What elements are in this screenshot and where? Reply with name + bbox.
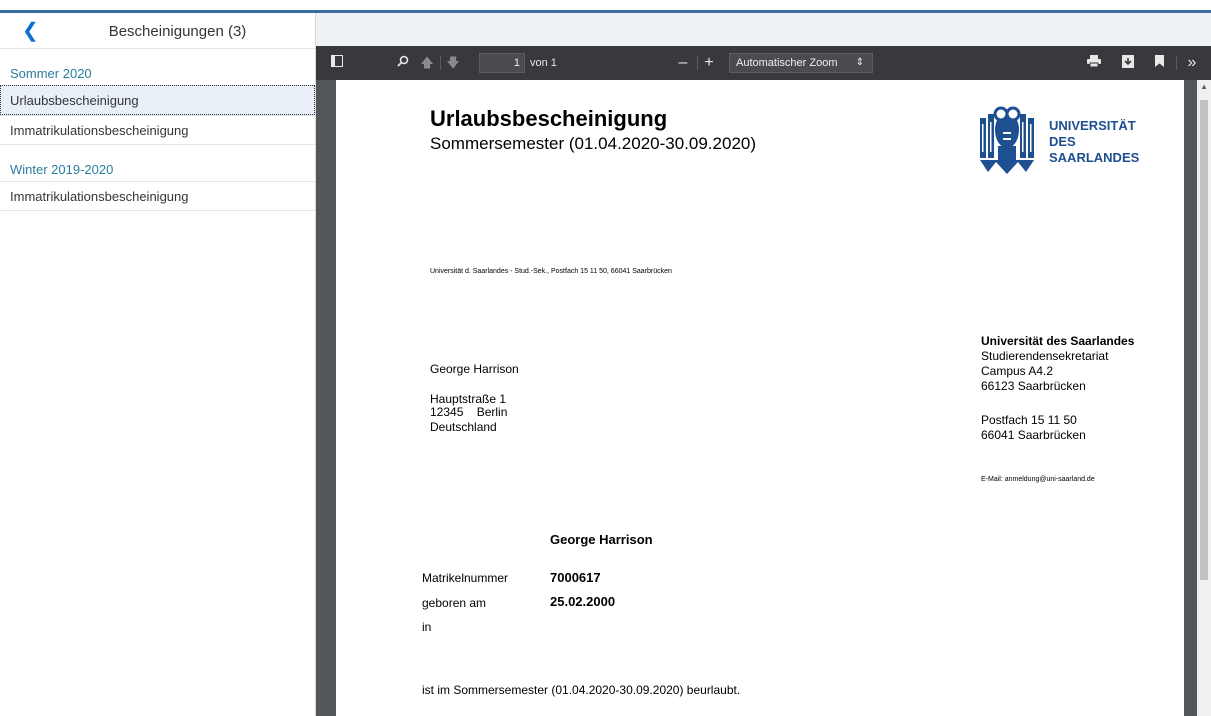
panel-header: ❮ Bescheinigungen (3) bbox=[0, 13, 315, 49]
search-icon[interactable] bbox=[396, 55, 410, 71]
zoom-select[interactable]: Automatischer Zoom ⇕ bbox=[729, 53, 873, 73]
logo-line-2: DES bbox=[1049, 134, 1076, 149]
sender-line: Universität d. Saarlandes - Stud.-Sek., … bbox=[430, 268, 672, 275]
pdf-toolbar: 🡅 🡇 1 von 1 – + Automatischer Zoom ⇕ » bbox=[316, 46, 1211, 80]
office-email: E-Mail: anmeldung@uni-saarland.de bbox=[981, 476, 1095, 483]
group-title-winter-2019-2020: Winter 2019-2020 bbox=[10, 162, 114, 177]
next-page-icon[interactable]: 🡇 bbox=[446, 55, 460, 71]
detail-header bbox=[316, 13, 1211, 46]
matrikel-label: Matrikelnummer bbox=[422, 571, 509, 585]
vertical-scrollbar[interactable] bbox=[1197, 80, 1211, 716]
scroll-up-icon[interactable]: ▲ bbox=[1200, 82, 1208, 91]
office-name: Universität des Saarlandes bbox=[981, 334, 1135, 348]
pdf-viewer: 🡅 🡇 1 von 1 – + Automatischer Zoom ⇕ » U… bbox=[316, 46, 1211, 716]
university-logo-icon bbox=[976, 102, 1038, 181]
office-dept: Studierendensekretariat bbox=[981, 349, 1109, 363]
matrikel-value: 7000617 bbox=[550, 570, 601, 585]
group-title-sommer-2020: Sommer 2020 bbox=[10, 66, 92, 81]
recipient-city: 12345 Berlin bbox=[430, 405, 508, 419]
sidebar-toggle-icon[interactable] bbox=[330, 55, 344, 71]
zoom-value: Automatischer Zoom bbox=[736, 57, 838, 69]
zoom-in-icon[interactable]: + bbox=[702, 55, 716, 71]
logo-line-3: SAARLANDES bbox=[1049, 150, 1140, 165]
pdf-page: Urlaubsbescheinigung Sommersemester (01.… bbox=[336, 80, 1184, 716]
list-item-immatrikulation-sommer[interactable]: Immatrikulationsbescheinigung bbox=[0, 115, 315, 145]
previous-page-icon[interactable]: 🡅 bbox=[420, 55, 434, 71]
top-accent bbox=[0, 0, 1211, 14]
document-title: Urlaubsbescheinigung bbox=[430, 106, 668, 131]
certificates-panel: ❮ Bescheinigungen (3) Sommer 2020 Urlaub… bbox=[0, 13, 316, 716]
list-item-immatrikulation-winter[interactable]: Immatrikulationsbescheinigung bbox=[0, 181, 315, 211]
office-postbox: Postfach 15 11 50 bbox=[981, 413, 1077, 427]
student-name: George Harrison bbox=[550, 532, 653, 547]
office-campus: Campus A4.2 bbox=[981, 364, 1054, 378]
recipient-name: George Harrison bbox=[430, 362, 519, 376]
bookmark-icon[interactable] bbox=[1152, 55, 1166, 71]
download-icon[interactable] bbox=[1120, 55, 1136, 71]
page-number-input[interactable]: 1 bbox=[479, 53, 525, 73]
in-label: in bbox=[422, 620, 432, 634]
recipient-country: Deutschland bbox=[430, 420, 497, 434]
document-subtitle: Sommersemester (01.04.2020-30.09.2020) bbox=[430, 134, 757, 153]
office-city: 66123 Saarbrücken bbox=[981, 379, 1086, 393]
office-postbox-city: 66041 Saarbrücken bbox=[981, 428, 1086, 442]
leave-statement: ist im Sommersemester (01.04.2020-30.09.… bbox=[422, 683, 741, 697]
panel-title: Bescheinigungen (3) bbox=[108, 23, 247, 40]
select-arrows-icon: ⇕ bbox=[855, 57, 864, 68]
print-icon[interactable] bbox=[1086, 55, 1102, 71]
document-area[interactable]: Urlaubsbescheinigung Sommersemester (01.… bbox=[316, 80, 1211, 716]
page-count: von 1 bbox=[530, 57, 557, 69]
logo-line-1: UNIVERSITÄT bbox=[1049, 118, 1136, 133]
zoom-out-icon[interactable]: – bbox=[676, 55, 690, 71]
more-tools-icon[interactable]: » bbox=[1182, 55, 1202, 71]
born-label: geboren am bbox=[422, 596, 487, 610]
list-item-urlaubsbescheinigung[interactable]: Urlaubsbescheinigung bbox=[0, 85, 315, 115]
born-value: 25.02.2000 bbox=[550, 594, 616, 609]
